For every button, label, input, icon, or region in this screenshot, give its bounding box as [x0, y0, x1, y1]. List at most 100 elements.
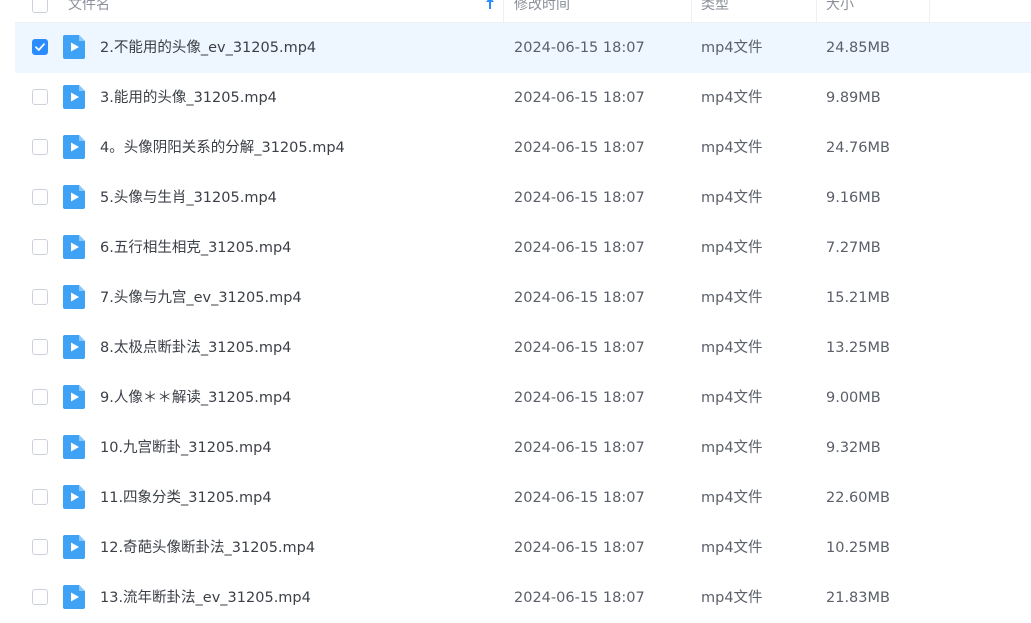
file-modified-time: 2024-06-15 18:07: [514, 240, 645, 256]
column-divider[interactable]: [816, 0, 817, 22]
file-size: 22.60MB: [826, 490, 890, 506]
file-modified-time: 2024-06-15 18:07: [514, 340, 645, 356]
file-type: mp4文件: [701, 240, 763, 256]
file-modified-time: 2024-06-15 18:07: [514, 440, 645, 456]
file-type: mp4文件: [701, 490, 763, 506]
file-size: 9.89MB: [826, 90, 881, 106]
file-size: 9.32MB: [826, 440, 881, 456]
table-row[interactable]: 12.奇葩头像断卦法_31205.mp4 2024-06-15 18:07 mp…: [15, 523, 1031, 573]
row-checkbox[interactable]: [32, 289, 48, 305]
file-size: 7.27MB: [826, 240, 881, 256]
table-row[interactable]: 9.人像＊＊解读_31205.mp4 2024-06-15 18:07 mp4文…: [15, 373, 1031, 423]
table-header: 文件名 修改时间 类型 大小: [15, 0, 1031, 23]
file-modified-time: 2024-06-15 18:07: [514, 540, 645, 556]
column-header-date[interactable]: 修改时间: [514, 0, 570, 22]
video-file-icon: [63, 185, 85, 209]
row-checkbox[interactable]: [32, 589, 48, 605]
video-file-icon: [63, 385, 85, 409]
file-size: 9.16MB: [826, 190, 881, 206]
arrow-up-icon[interactable]: [485, 0, 495, 14]
file-rows: 2.不能用的头像_ev_31205.mp4 2024-06-15 18:07 m…: [15, 23, 1031, 623]
row-checkbox[interactable]: [32, 489, 48, 505]
file-size: 9.00MB: [826, 390, 881, 406]
video-file-icon: [63, 535, 85, 559]
file-modified-time: 2024-06-15 18:07: [514, 290, 645, 306]
column-header-size[interactable]: 大小: [826, 0, 854, 22]
column-header-name-label: 文件名: [68, 0, 110, 13]
row-checkbox[interactable]: [32, 389, 48, 405]
file-name[interactable]: 4。头像阴阳关系的分解_31205.mp4: [100, 123, 345, 173]
file-modified-time: 2024-06-15 18:07: [514, 190, 645, 206]
column-divider[interactable]: [691, 0, 692, 22]
file-modified-time: 2024-06-15 18:07: [514, 40, 645, 56]
column-header-size-label: 大小: [826, 0, 854, 13]
table-row[interactable]: 7.头像与九宫_ev_31205.mp4 2024-06-15 18:07 mp…: [15, 273, 1031, 323]
video-file-icon: [63, 85, 85, 109]
file-name[interactable]: 8.太极点断卦法_31205.mp4: [100, 323, 291, 373]
video-file-icon: [63, 435, 85, 459]
table-row[interactable]: 8.太极点断卦法_31205.mp4 2024-06-15 18:07 mp4文…: [15, 323, 1031, 373]
file-type: mp4文件: [701, 40, 763, 56]
row-checkbox[interactable]: [32, 539, 48, 555]
row-checkbox[interactable]: [32, 339, 48, 355]
checkmark-icon: [35, 43, 45, 51]
table-row[interactable]: 13.流年断卦法_ev_31205.mp4 2024-06-15 18:07 m…: [15, 573, 1031, 623]
column-divider[interactable]: [929, 0, 930, 22]
column-header-date-label: 修改时间: [514, 0, 570, 13]
row-checkbox[interactable]: [32, 189, 48, 205]
file-name[interactable]: 13.流年断卦法_ev_31205.mp4: [100, 573, 311, 623]
column-header-type[interactable]: 类型: [701, 0, 729, 22]
file-name[interactable]: 10.九宫断卦_31205.mp4: [100, 423, 272, 473]
file-modified-time: 2024-06-15 18:07: [514, 390, 645, 406]
video-file-icon: [63, 485, 85, 509]
video-file-icon: [63, 35, 85, 59]
column-header-type-label: 类型: [701, 0, 729, 13]
file-modified-time: 2024-06-15 18:07: [514, 490, 645, 506]
file-type: mp4文件: [701, 390, 763, 406]
file-type: mp4文件: [701, 440, 763, 456]
video-file-icon: [63, 285, 85, 309]
file-modified-time: 2024-06-15 18:07: [514, 590, 645, 606]
table-row[interactable]: 4。头像阴阳关系的分解_31205.mp4 2024-06-15 18:07 m…: [15, 123, 1031, 173]
file-name[interactable]: 12.奇葩头像断卦法_31205.mp4: [100, 523, 315, 573]
video-file-icon: [63, 335, 85, 359]
file-name[interactable]: 11.四象分类_31205.mp4: [100, 473, 272, 523]
file-name[interactable]: 9.人像＊＊解读_31205.mp4: [100, 373, 291, 423]
file-list-table: 文件名 修改时间 类型 大小 2.不能用的头像_ev_31205.mp4 202…: [15, 0, 1031, 612]
row-checkbox[interactable]: [32, 439, 48, 455]
table-row[interactable]: 5.头像与生肖_31205.mp4 2024-06-15 18:07 mp4文件…: [15, 173, 1031, 223]
file-type: mp4文件: [701, 590, 763, 606]
video-file-icon: [63, 585, 85, 609]
video-file-icon: [63, 135, 85, 159]
row-checkbox[interactable]: [32, 139, 48, 155]
table-row[interactable]: 2.不能用的头像_ev_31205.mp4 2024-06-15 18:07 m…: [15, 23, 1031, 73]
file-modified-time: 2024-06-15 18:07: [514, 140, 645, 156]
table-row[interactable]: 10.九宫断卦_31205.mp4 2024-06-15 18:07 mp4文件…: [15, 423, 1031, 473]
file-size: 15.21MB: [826, 290, 890, 306]
table-row[interactable]: 11.四象分类_31205.mp4 2024-06-15 18:07 mp4文件…: [15, 473, 1031, 523]
row-checkbox[interactable]: [32, 39, 48, 55]
file-name[interactable]: 3.能用的头像_31205.mp4: [100, 73, 277, 123]
file-modified-time: 2024-06-15 18:07: [514, 90, 645, 106]
file-name[interactable]: 5.头像与生肖_31205.mp4: [100, 173, 277, 223]
file-type: mp4文件: [701, 290, 763, 306]
file-type: mp4文件: [701, 190, 763, 206]
column-divider[interactable]: [503, 0, 504, 22]
file-size: 24.85MB: [826, 40, 890, 56]
row-checkbox[interactable]: [32, 89, 48, 105]
row-checkbox[interactable]: [32, 239, 48, 255]
table-row[interactable]: 6.五行相生相克_31205.mp4 2024-06-15 18:07 mp4文…: [15, 223, 1031, 273]
file-type: mp4文件: [701, 540, 763, 556]
file-type: mp4文件: [701, 90, 763, 106]
select-all-checkbox[interactable]: [32, 0, 48, 13]
file-size: 10.25MB: [826, 540, 890, 556]
file-size: 24.76MB: [826, 140, 890, 156]
file-size: 21.83MB: [826, 590, 890, 606]
video-file-icon: [63, 235, 85, 259]
file-name[interactable]: 2.不能用的头像_ev_31205.mp4: [100, 23, 316, 73]
file-type: mp4文件: [701, 140, 763, 156]
column-header-name[interactable]: 文件名: [68, 0, 110, 22]
file-name[interactable]: 7.头像与九宫_ev_31205.mp4: [100, 273, 302, 323]
file-name[interactable]: 6.五行相生相克_31205.mp4: [100, 223, 291, 273]
table-row[interactable]: 3.能用的头像_31205.mp4 2024-06-15 18:07 mp4文件…: [15, 73, 1031, 123]
